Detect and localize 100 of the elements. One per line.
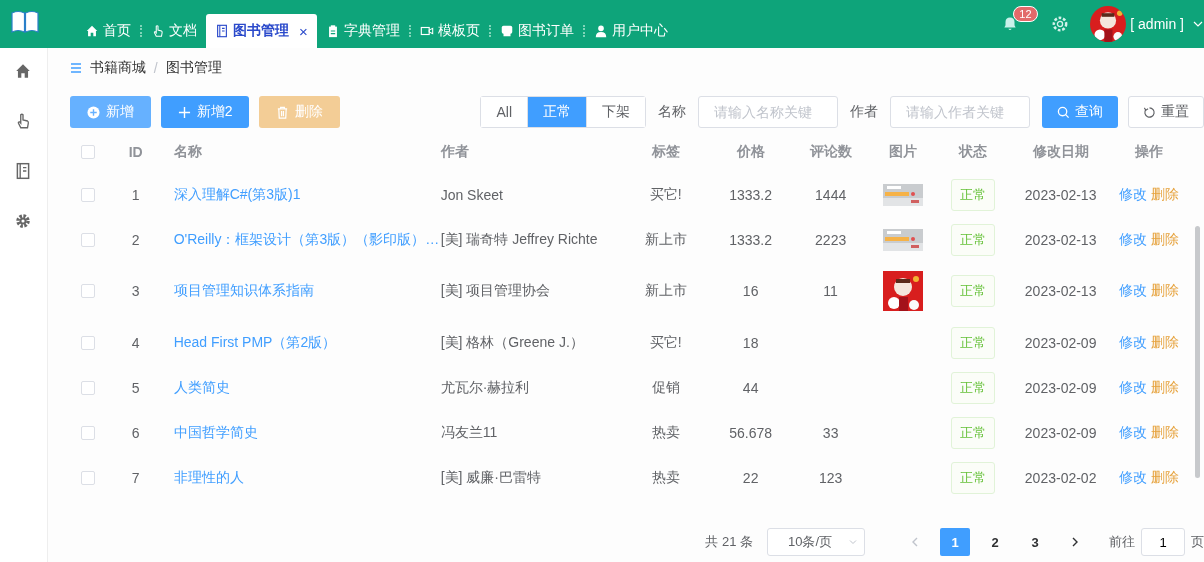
field-label: 名称 — [658, 103, 686, 121]
close-icon[interactable]: × — [299, 22, 308, 40]
refresh-icon — [1143, 105, 1156, 119]
menu-icon[interactable] — [69, 62, 82, 74]
plus-circle-icon — [86, 105, 100, 119]
edit-link[interactable]: 修改 — [1118, 378, 1147, 397]
input-field[interactable]: 请输入名称关键 — [698, 96, 838, 128]
delete-link[interactable]: 删除 — [1150, 378, 1179, 397]
table-cell: [美] 威廉·巴雷特 — [440, 468, 541, 487]
row-checkbox[interactable] — [80, 470, 95, 485]
nav-tab[interactable]: 首页 — [76, 14, 140, 48]
edit-link[interactable]: 修改 — [1118, 282, 1147, 300]
table-cell: 6 — [131, 424, 140, 441]
table-cell: 1444 — [815, 186, 847, 203]
breadcrumb-item: 图书管理 — [165, 59, 222, 77]
status-tag: 正常 — [950, 461, 995, 494]
book-title-link[interactable]: O'Reilly：框架设计（第3版）（影印版）… — [173, 230, 440, 249]
add-button[interactable]: 新增 — [69, 96, 151, 128]
delete-link[interactable]: 删除 — [1150, 185, 1179, 204]
row-checkbox[interactable] — [80, 380, 95, 395]
edit-link[interactable]: 修改 — [1118, 423, 1147, 442]
table-cell: 33 — [822, 424, 839, 441]
add-button[interactable]: 新增2 — [160, 96, 250, 128]
plus-icon — [177, 105, 191, 119]
edit-link[interactable]: 修改 — [1118, 185, 1147, 204]
delete-link[interactable]: 删除 — [1150, 468, 1179, 487]
nav-tab[interactable]: 文档 — [142, 14, 206, 48]
table-cell: 56.678 — [729, 424, 773, 441]
delete-link[interactable]: 删除 — [1150, 282, 1179, 300]
nav-tab[interactable]: 用户中心 — [584, 14, 677, 48]
home-icon — [85, 24, 99, 38]
edit-link[interactable]: 修改 — [1118, 230, 1147, 249]
book-title-link[interactable]: 中国哲学简史 — [173, 423, 258, 442]
column-header: 状态 — [957, 142, 988, 161]
status-tag: 正常 — [950, 275, 995, 307]
settings-icon[interactable] — [14, 212, 33, 230]
column-header: 标签 — [650, 142, 681, 161]
page-button[interactable]: 3 — [1020, 528, 1050, 556]
book-title-link[interactable]: Head First PMP（第2版） — [173, 333, 337, 352]
video-camera-icon — [419, 24, 434, 38]
table-cell: 2023-02-09 — [1024, 424, 1097, 441]
row-checkbox[interactable] — [80, 425, 95, 440]
table-cell: 买它! — [649, 185, 682, 204]
breadcrumb-item[interactable]: 书籍商城 — [89, 59, 146, 77]
select-all-checkbox[interactable] — [80, 145, 95, 159]
table-cell: 3 — [131, 283, 140, 299]
nav-tab[interactable]: 图书管理 × — [206, 14, 317, 48]
table-cell: 新上市 — [644, 230, 687, 249]
nav-tab[interactable]: 模板页 — [410, 14, 489, 48]
page-input[interactable]: 1 — [1141, 528, 1185, 556]
table-cell: [美] 格林（Greene J.） — [440, 333, 584, 352]
page-button[interactable]: 2 — [980, 528, 1010, 556]
table-cell: 2 — [131, 231, 140, 248]
book-icon — [215, 24, 229, 38]
book-title-link[interactable]: 深入理解C#(第3版)1 — [173, 185, 301, 204]
nav-tab[interactable]: 字典管理 — [316, 14, 409, 48]
table-cell: 热卖 — [651, 423, 680, 442]
edit-link[interactable]: 修改 — [1118, 468, 1147, 487]
table-cell: Jon Skeet — [440, 186, 503, 203]
book-title-link[interactable]: 人类简史 — [173, 378, 230, 397]
page-suffix: 页 — [1191, 533, 1204, 551]
row-checkbox[interactable] — [80, 284, 95, 298]
nav-tab[interactable]: 图书订单 — [490, 14, 583, 48]
column-header: 图片 — [887, 142, 918, 161]
row-checkbox[interactable] — [80, 187, 95, 202]
table-cell: 2023-02-13 — [1024, 186, 1097, 203]
input-field[interactable]: 请输入作者关键 — [890, 96, 1030, 128]
scrollbar[interactable] — [1195, 226, 1200, 478]
column-header: 修改日期 — [1031, 142, 1090, 161]
filter-option[interactable]: 下架 — [586, 97, 645, 127]
settings-icon[interactable] — [1051, 15, 1070, 33]
page-button[interactable]: 1 — [940, 528, 970, 556]
table-cell: 促销 — [651, 378, 680, 397]
table-cell: 热卖 — [651, 468, 680, 487]
row-checkbox[interactable] — [80, 335, 95, 350]
book-title-link[interactable]: 非理性的人 — [173, 468, 244, 487]
filter-option[interactable]: 正常 — [527, 97, 586, 127]
table-cell: 2023-02-13 — [1024, 283, 1097, 299]
goto-label: 前往 — [1109, 533, 1135, 551]
page-size-select[interactable]: 10条/页 — [767, 528, 865, 556]
delete-link[interactable]: 删除 — [1150, 423, 1179, 442]
search-button[interactable]: 查询 — [1042, 96, 1118, 128]
column-header: 操作 — [1133, 142, 1164, 161]
notification-badge: 12 — [1013, 6, 1038, 22]
table-cell: 44 — [742, 379, 759, 396]
row-checkbox[interactable] — [80, 232, 95, 247]
user-name[interactable]: [ admin ] — [1130, 16, 1184, 32]
delete-link[interactable]: 删除 — [1150, 230, 1179, 249]
table-cell: 冯友兰11 — [440, 423, 498, 442]
table-cell: 1333.2 — [729, 186, 773, 203]
reset-button[interactable]: 重置 — [1128, 96, 1204, 128]
delete-link[interactable]: 删除 — [1150, 333, 1179, 352]
user-icon — [593, 24, 608, 38]
edit-link[interactable]: 修改 — [1118, 333, 1147, 352]
table-cell: 尤瓦尔·赫拉利 — [440, 378, 530, 397]
table-cell: 1 — [131, 186, 140, 203]
book-title-link[interactable]: 项目管理知识体系指南 — [173, 282, 314, 300]
status-tag: 正常 — [950, 178, 995, 211]
table-cell: 5 — [131, 379, 140, 396]
table-cell: 22 — [742, 469, 759, 486]
